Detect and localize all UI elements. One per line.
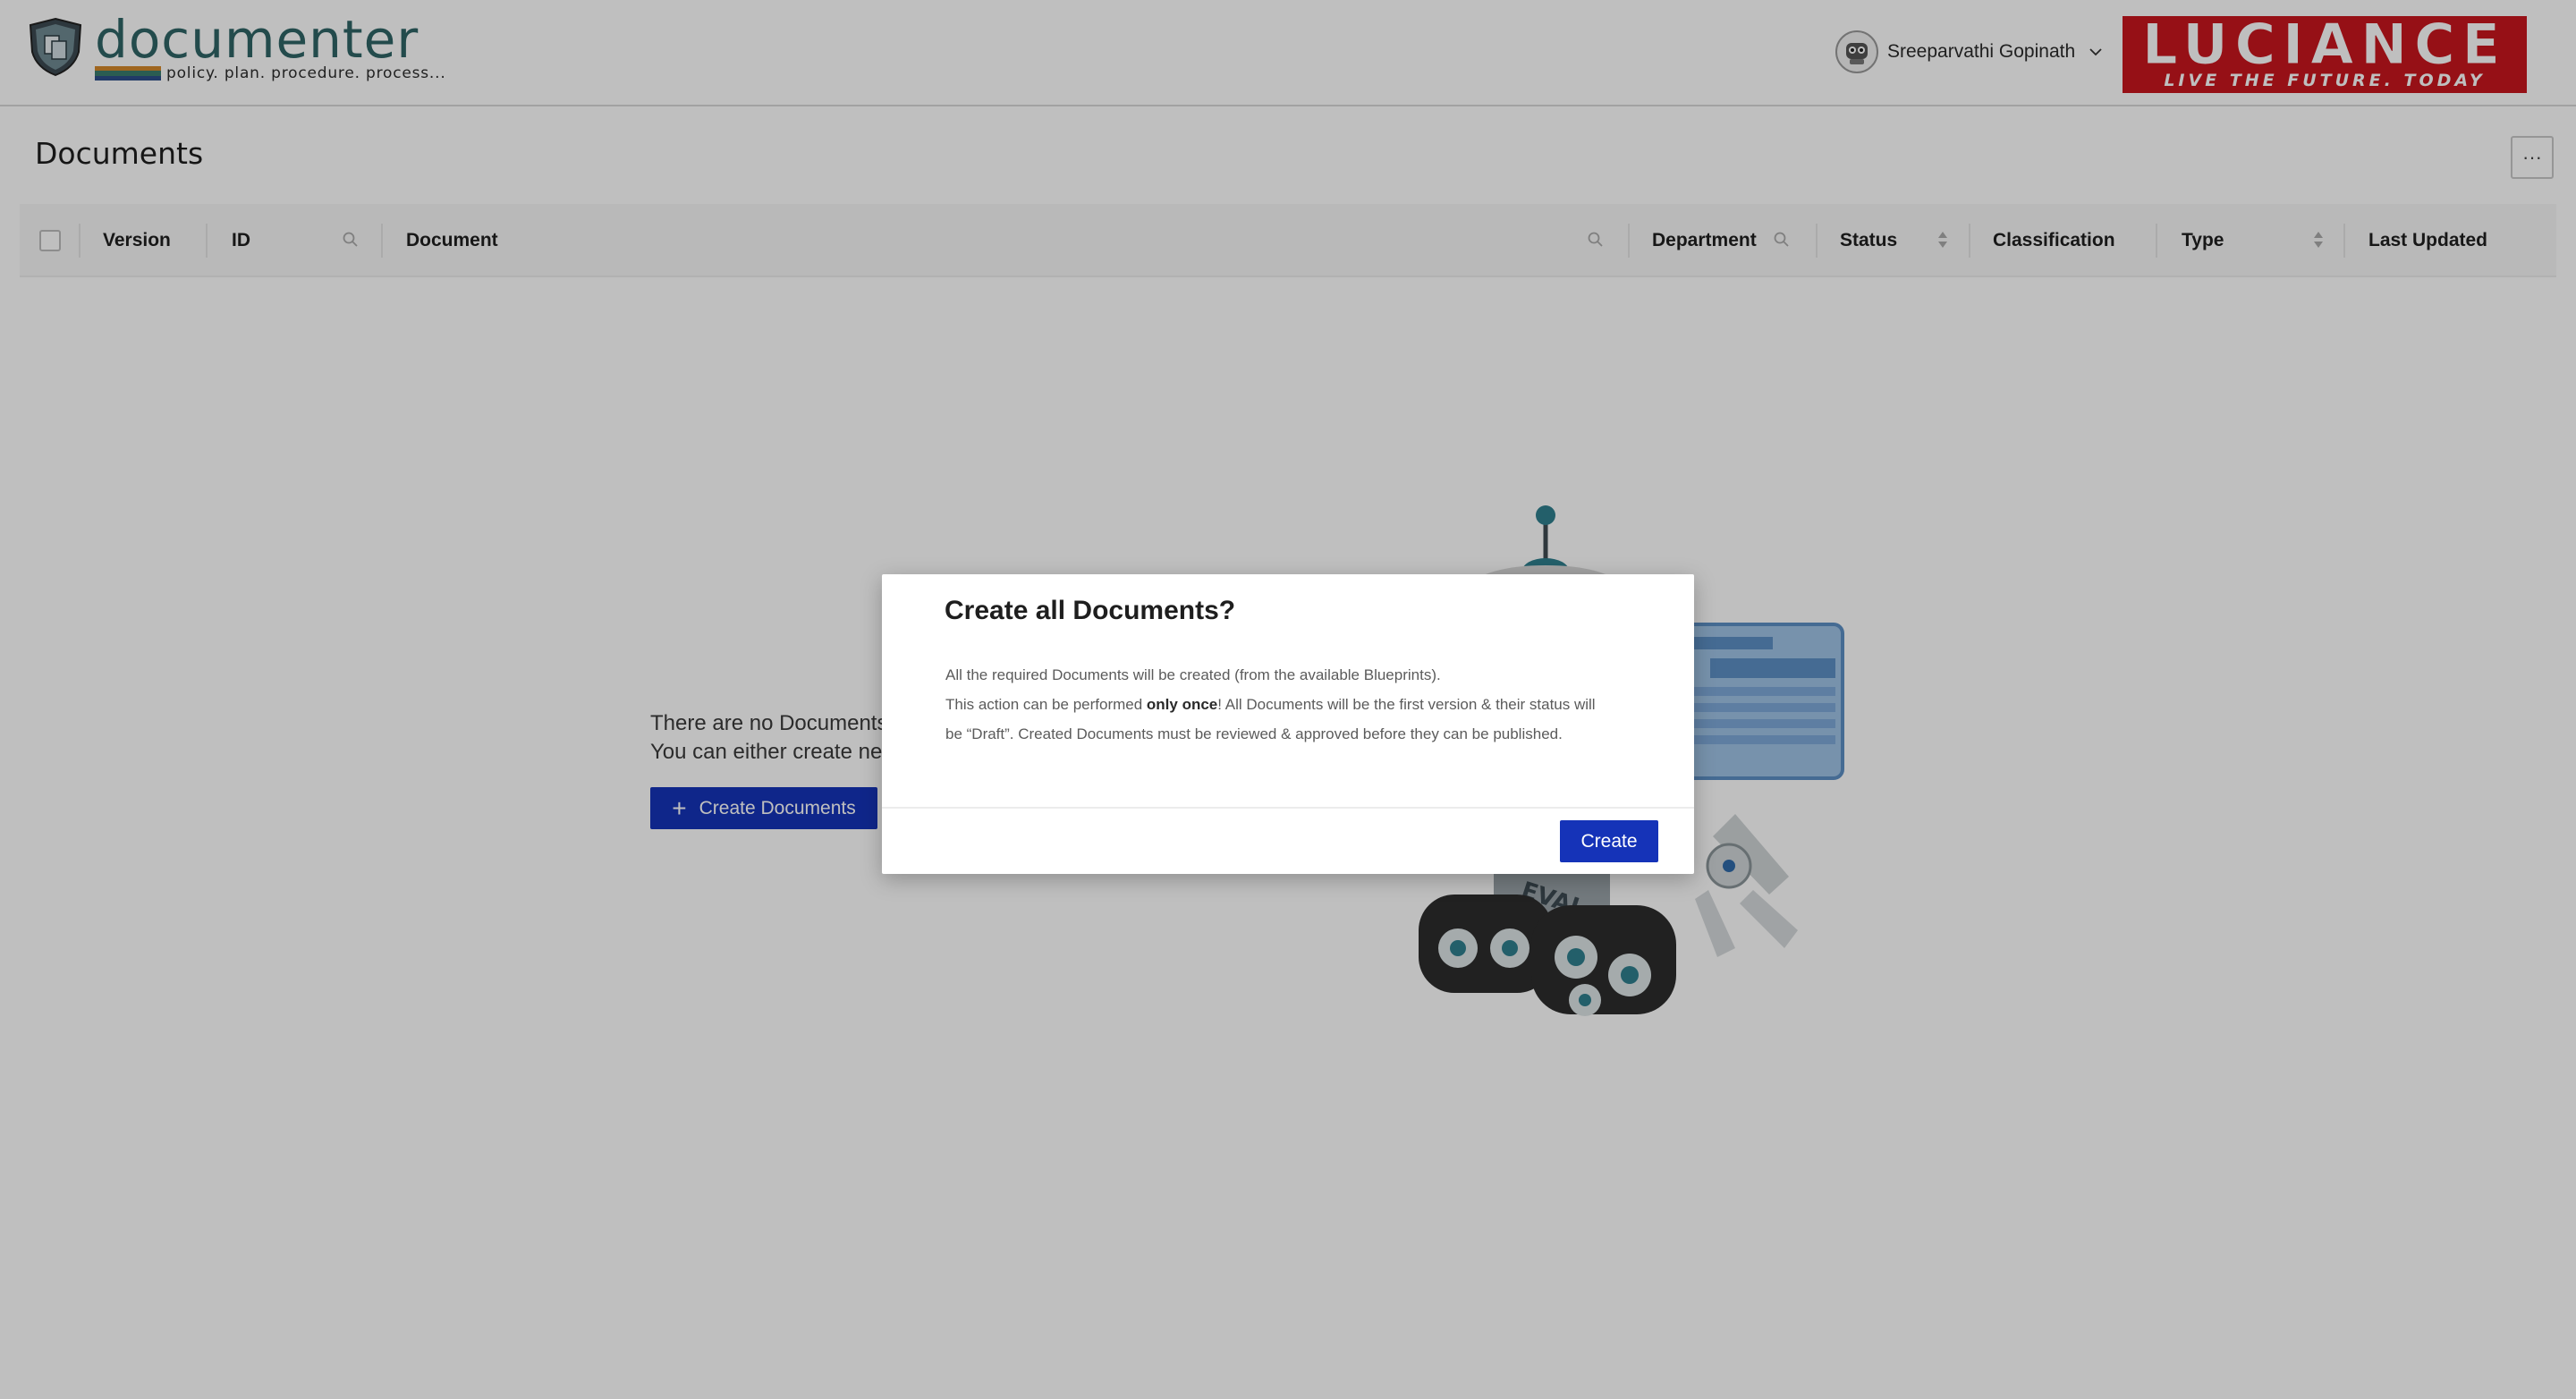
create-documents-dialog: Create all Documents? All the required D… [882, 574, 1694, 874]
dialog-line-1: All the required Documents will be creat… [945, 666, 1441, 683]
dialog-line-2-emphasis: only once [1146, 696, 1218, 713]
dialog-line-3: be “Draft”. Created Documents must be re… [945, 725, 1563, 742]
dialog-title: Create all Documents? [945, 596, 1236, 625]
dialog-create-button[interactable]: Create [1560, 820, 1658, 862]
dialog-divider [882, 807, 1694, 809]
dialog-line-2: This action can be performed only once! … [945, 690, 1661, 719]
app-root: documenter policy. plan. procedure. proc… [0, 0, 2576, 1399]
dialog-line-2-post: ! All Documents will be the first versio… [1217, 696, 1596, 713]
dialog-line-2-pre: This action can be performed [945, 696, 1147, 713]
dialog-body: All the required Documents will be creat… [945, 660, 1661, 749]
